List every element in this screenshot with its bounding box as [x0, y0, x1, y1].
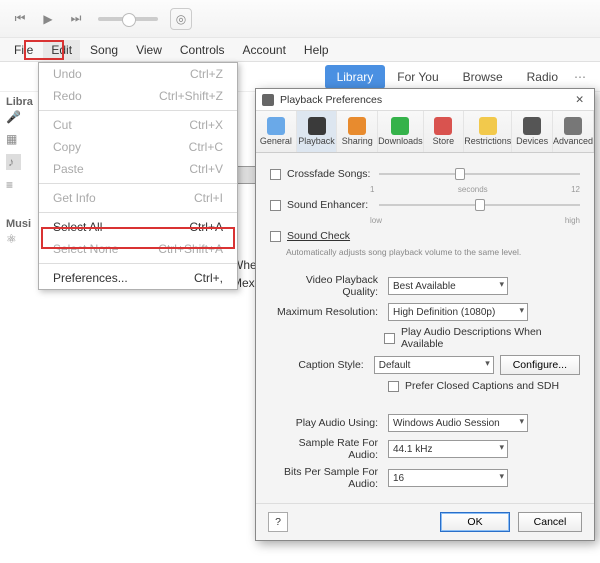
pref-tab-sharing[interactable]: Sharing: [337, 111, 378, 152]
volume-slider[interactable]: [98, 17, 158, 21]
audio-desc-checkbox[interactable]: [384, 333, 395, 344]
caption-label: Caption Style:: [270, 359, 368, 371]
pref-tab-downloads[interactable]: Downloads: [378, 111, 424, 152]
cancel-button[interactable]: Cancel: [518, 512, 582, 532]
menu-view[interactable]: View: [128, 40, 170, 60]
next-track-button[interactable]: ⏭: [66, 9, 86, 29]
store-icon: [434, 117, 452, 135]
enhancer-slider[interactable]: [379, 204, 580, 206]
atom-icon[interactable]: ⚛: [6, 232, 17, 246]
audio-desc-label: Play Audio Descriptions When Available: [401, 326, 580, 350]
playback-icon: [308, 117, 326, 135]
menu-item-copy: CopyCtrl+C: [39, 136, 237, 158]
crossfade-slider[interactable]: [379, 173, 580, 175]
pref-tab-devices[interactable]: Devices: [512, 111, 553, 152]
pref-tab-playback[interactable]: Playback: [297, 111, 338, 152]
edit-menu-dropdown: UndoCtrl+ZRedoCtrl+Shift+Z CutCtrl+XCopyC…: [38, 62, 238, 290]
playback-preferences-dialog: Playback Preferences ✕ GeneralPlaybackSh…: [255, 88, 595, 541]
dialog-body: Crossfade Songs: 1 seconds 12 Sound Enhanc…: [256, 153, 594, 503]
menu-item-preferences-[interactable]: Preferences...Ctrl+,: [39, 267, 237, 289]
crossfade-label: Crossfade Songs:: [287, 168, 373, 180]
downloads-icon: [391, 117, 409, 135]
prefer-cc-checkbox[interactable]: [388, 381, 399, 392]
configure-button[interactable]: Configure...: [500, 355, 580, 375]
menubar: File Edit Song View Controls Account Hel…: [0, 38, 600, 62]
general-icon: [267, 117, 285, 135]
menu-item-paste: PasteCtrl+V: [39, 158, 237, 180]
list-icon[interactable]: ≡: [6, 178, 21, 192]
soundcheck-hint: Automatically adjusts song playback volu…: [286, 247, 580, 257]
soundcheck-checkbox[interactable]: [270, 231, 281, 242]
devices-icon: [523, 117, 541, 135]
pref-tab-restrictions[interactable]: Restrictions: [464, 111, 512, 152]
enhancer-checkbox[interactable]: [270, 200, 281, 211]
tab-library[interactable]: Library: [325, 65, 386, 89]
menu-item-get-info: Get InfoCtrl+I: [39, 187, 237, 209]
dialog-tabs: GeneralPlaybackSharingDownloadsStoreRest…: [256, 111, 594, 153]
sharing-icon: [348, 117, 366, 135]
sidebar-heading-music: Musi: [6, 218, 31, 230]
crossfade-unit: seconds: [458, 185, 488, 194]
menu-file[interactable]: File: [6, 40, 41, 60]
player-toolbar: ⏮ ▶ ⏭ ◎: [0, 0, 600, 38]
prefer-cc-label: Prefer Closed Captions and SDH: [405, 380, 559, 392]
enhancer-high: high: [565, 216, 580, 225]
menu-help[interactable]: Help: [296, 40, 337, 60]
menu-item-cut: CutCtrl+X: [39, 114, 237, 136]
enhancer-label: Sound Enhancer:: [287, 199, 373, 211]
soundcheck-label: Sound Check: [287, 230, 350, 242]
grid-icon[interactable]: ▦: [6, 132, 21, 146]
pref-tab-store[interactable]: Store: [424, 111, 465, 152]
menu-item-select-all[interactable]: Select AllCtrl+A: [39, 216, 237, 238]
menu-edit[interactable]: Edit: [43, 40, 80, 60]
mic-icon[interactable]: 🎤: [6, 110, 21, 124]
sample-rate-label: Sample Rate For Audio:: [270, 437, 382, 461]
menu-controls[interactable]: Controls: [172, 40, 233, 60]
max-res-label: Maximum Resolution:: [270, 306, 382, 318]
dialog-icon: [262, 94, 274, 106]
tab-browse[interactable]: Browse: [451, 65, 515, 89]
bits-label: Bits Per Sample For Audio:: [270, 466, 382, 490]
crossfade-min: 1: [370, 185, 374, 194]
menu-item-select-none: Select NoneCtrl+Shift+A: [39, 238, 237, 260]
restrictions-icon: [479, 117, 497, 135]
close-button[interactable]: ✕: [571, 94, 588, 106]
tab-for-you[interactable]: For You: [385, 65, 450, 89]
play-using-select[interactable]: Windows Audio Session: [388, 414, 528, 432]
play-button[interactable]: ▶: [36, 7, 60, 31]
help-button[interactable]: ?: [268, 512, 288, 532]
sidebar-heading-library: Libra: [6, 96, 33, 108]
crossfade-max: 12: [571, 185, 580, 194]
play-using-label: Play Audio Using:: [270, 417, 382, 429]
tabs-more-icon[interactable]: ⋯: [570, 70, 590, 84]
pref-tab-general[interactable]: General: [256, 111, 297, 152]
crossfade-checkbox[interactable]: [270, 169, 281, 180]
max-res-select[interactable]: High Definition (1080p): [388, 303, 528, 321]
enhancer-low: low: [370, 216, 382, 225]
pref-tab-advanced[interactable]: Advanced: [553, 111, 594, 152]
dialog-title: Playback Preferences: [280, 94, 382, 106]
prev-track-button[interactable]: ⏮: [10, 9, 30, 29]
note-icon[interactable]: ♪: [6, 154, 21, 170]
dialog-footer: ? OK Cancel: [256, 503, 594, 540]
dialog-titlebar: Playback Preferences ✕: [256, 89, 594, 111]
video-quality-select[interactable]: Best Available: [388, 277, 508, 295]
menu-item-undo: UndoCtrl+Z: [39, 63, 237, 85]
sample-rate-select[interactable]: 44.1 kHz: [388, 440, 508, 458]
bits-select[interactable]: 16: [388, 469, 508, 487]
menu-account[interactable]: Account: [235, 40, 294, 60]
caption-select[interactable]: Default: [374, 356, 494, 374]
sidebar-icons: 🎤 ▦ ♪ ≡: [6, 110, 21, 192]
ok-button[interactable]: OK: [440, 512, 510, 532]
menu-song[interactable]: Song: [82, 40, 126, 60]
video-quality-label: Video Playback Quality:: [270, 274, 382, 298]
airplay-button[interactable]: ◎: [170, 8, 192, 30]
menu-item-redo: RedoCtrl+Shift+Z: [39, 85, 237, 107]
advanced-icon: [564, 117, 582, 135]
tab-radio[interactable]: Radio: [515, 65, 570, 89]
